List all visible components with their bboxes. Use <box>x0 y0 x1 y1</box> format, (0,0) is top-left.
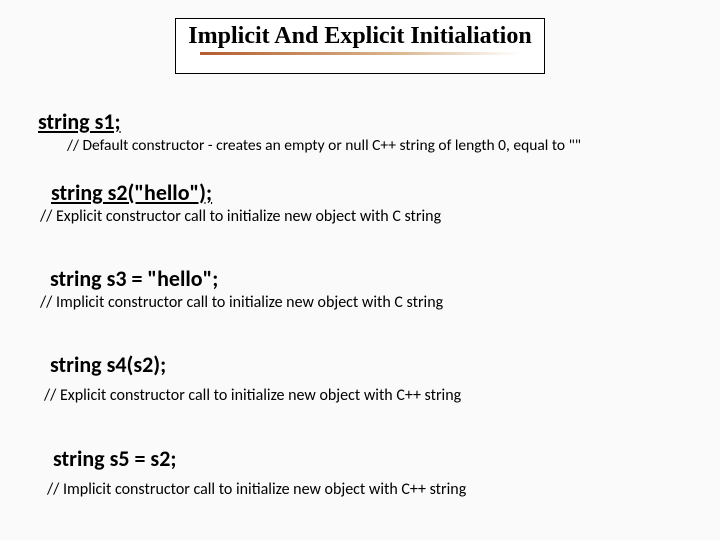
comment-line-5: // Implicit constructor call to initiali… <box>47 480 466 499</box>
comment-line-3: // Implicit constructor call to initiali… <box>40 293 443 312</box>
comment-line-1: // Default constructor - creates an empt… <box>67 136 581 155</box>
code-line-2: string s2("hello"); <box>51 179 212 206</box>
page-title: Implicit And Explicit Initialiation <box>176 19 544 50</box>
code-line-5: string s5 = s2; <box>53 445 176 472</box>
code-line-1: string s1; <box>38 108 121 135</box>
code-line-3: string s3 = "hello"; <box>50 265 218 292</box>
title-underline <box>200 52 520 55</box>
title-box: Implicit And Explicit Initialiation <box>175 18 545 74</box>
comment-line-2: // Explicit constructor call to initiali… <box>40 207 441 226</box>
code-line-4: string s4(s2); <box>50 351 166 378</box>
comment-line-4: // Explicit constructor call to initiali… <box>44 386 461 405</box>
